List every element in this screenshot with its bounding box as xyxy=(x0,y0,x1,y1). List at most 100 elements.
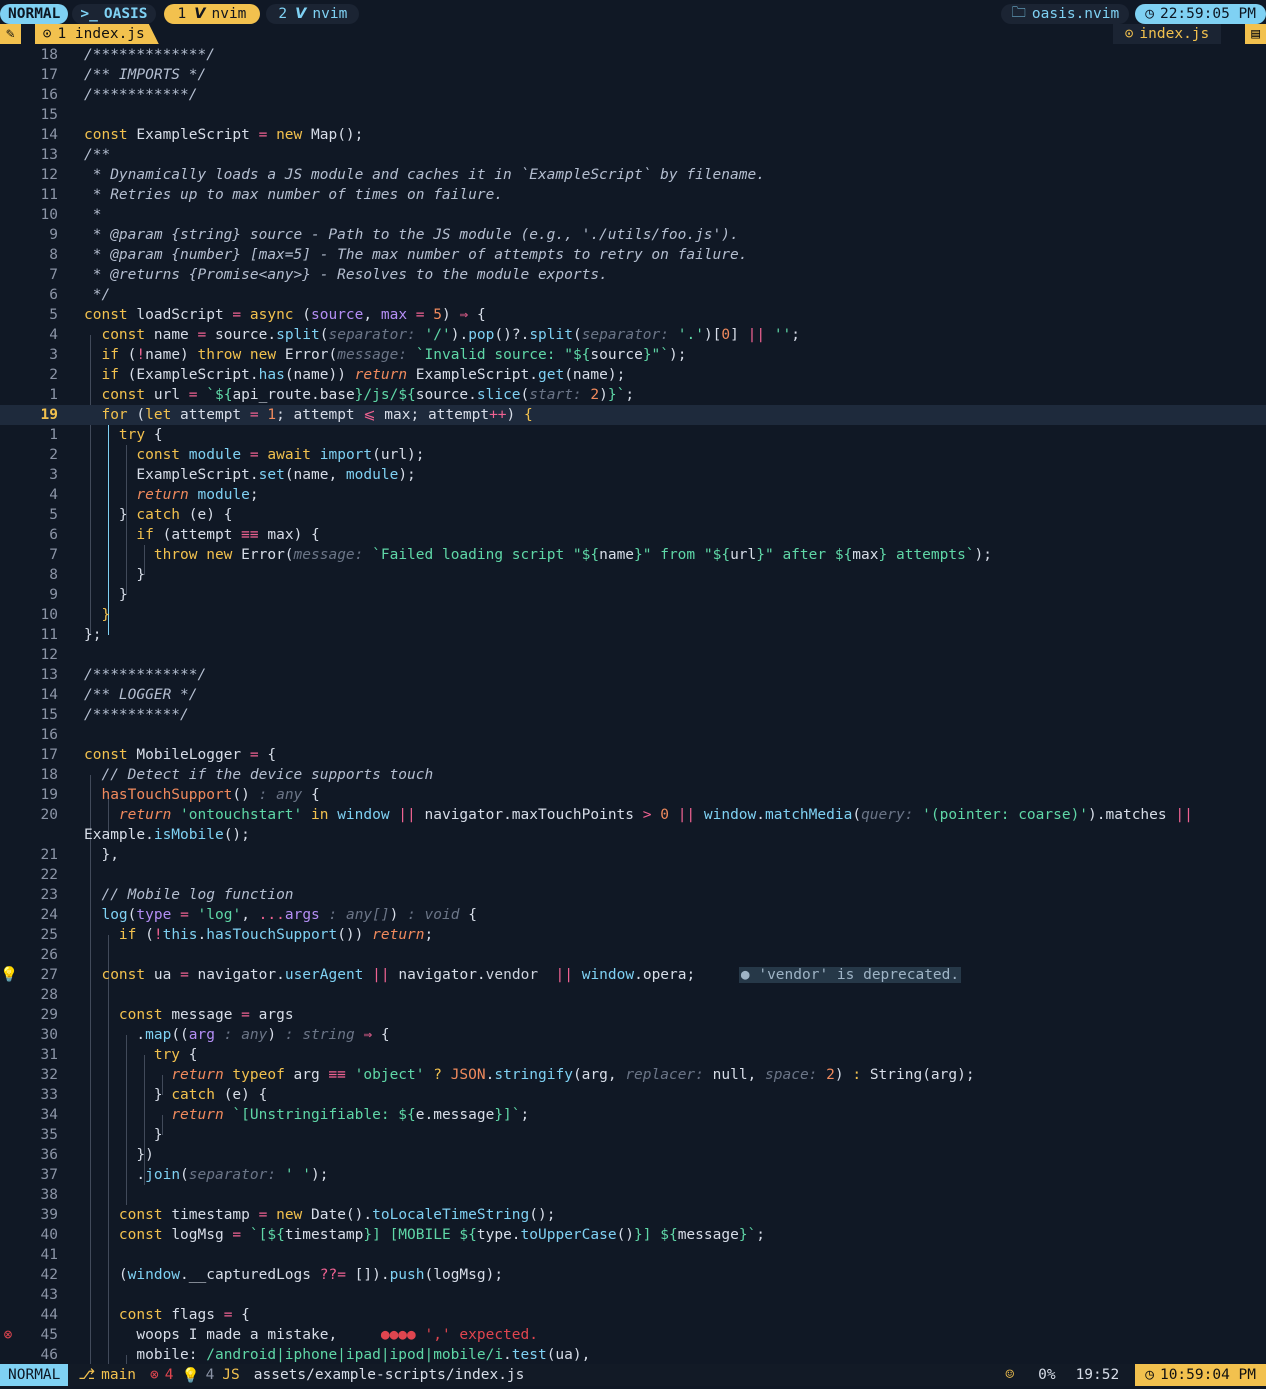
code-line[interactable]: 28 xyxy=(0,985,1266,1005)
code-line[interactable]: Example.isMobile(); xyxy=(0,825,1266,845)
code-line[interactable]: 15 /**********/ xyxy=(0,705,1266,725)
code-text: /************/ xyxy=(84,667,207,683)
code-line[interactable]: 39 const timestamp = new Date().toLocale… xyxy=(0,1205,1266,1225)
code-line[interactable]: 18 /*************/ xyxy=(0,45,1266,65)
code-line[interactable]: 10 * xyxy=(0,205,1266,225)
code-line[interactable]: 16 /***********/ xyxy=(0,85,1266,105)
code-text: /***********/ xyxy=(84,87,198,103)
code-line[interactable]: 20 return 'ontouchstart' in window || na… xyxy=(0,805,1266,825)
code-line[interactable]: ⊗ 45 woops I made a mistake, ●●●● ',' exp… xyxy=(0,1325,1266,1345)
code-line[interactable]: 15 xyxy=(0,105,1266,125)
config-file[interactable]: 🗀 oasis.nvim xyxy=(1001,4,1130,24)
code-line[interactable]: 32 return typeof arg ≡≡ 'object' ? JSON.… xyxy=(0,1065,1266,1085)
code-line[interactable]: 6 if (attempt ≡≡ max) { xyxy=(0,525,1266,545)
code-line[interactable]: 💡 27 const ua = navigator.userAgent || na… xyxy=(0,965,1266,985)
code-line[interactable]: 9 } xyxy=(0,585,1266,605)
line-number: 30 xyxy=(40,1027,58,1043)
code-line[interactable]: 41 xyxy=(0,1245,1266,1265)
code-line[interactable]: 2 const module = await import(url); xyxy=(0,445,1266,465)
tab-2[interactable]: 2 𝙑 nvim xyxy=(266,4,360,24)
code-text: const timestamp = new Date().toLocaleTim… xyxy=(118,1207,556,1223)
code-line[interactable]: 3 ExampleScript.set(name, module); xyxy=(0,465,1266,485)
code-line[interactable]: 5 } catch (e) { xyxy=(0,505,1266,525)
error-count[interactable]: ⊗ 4 xyxy=(146,1364,177,1386)
neovim-icon: 𝙑 xyxy=(295,6,307,22)
code-line[interactable]: 8 } xyxy=(0,565,1266,585)
code-line[interactable]: 18 // Detect if the device supports touc… xyxy=(0,765,1266,785)
code-line[interactable]: 17 const MobileLogger = { xyxy=(0,745,1266,765)
code-line[interactable]: 1 const url = `${api_route.base}/js/${so… xyxy=(0,385,1266,405)
line-number: 38 xyxy=(40,1187,58,1203)
code-line[interactable]: 42 (window.__capturedLogs ??= []).push(l… xyxy=(0,1265,1266,1285)
code-line[interactable]: 1 try { xyxy=(0,425,1266,445)
code-line[interactable]: 13 /** xyxy=(0,145,1266,165)
code-line[interactable]: 26 xyxy=(0,945,1266,965)
cursor-position: 19:52 xyxy=(1075,1367,1120,1383)
code-line[interactable]: 37 .join(separator: ' '); xyxy=(0,1165,1266,1185)
code-line[interactable]: 38 xyxy=(0,1185,1266,1205)
code-line[interactable]: 23 // Mobile log function xyxy=(0,885,1266,905)
code-text: /** LOGGER */ xyxy=(84,687,198,703)
line-number: 32 xyxy=(40,1067,58,1083)
code-line[interactable]: 33 } catch (e) { xyxy=(0,1085,1266,1105)
line-number: 4 xyxy=(49,487,58,503)
code-text: * Dynamically loads a JS module and cach… xyxy=(84,167,765,183)
code-line[interactable]: 5 const loadScript = async (source, max =… xyxy=(0,305,1266,325)
line-number: 19 xyxy=(40,407,58,423)
code-text: const url = `${api_route.base}/js/${sour… xyxy=(101,387,635,403)
code-line[interactable]: 31 try { xyxy=(0,1045,1266,1065)
code-line[interactable]: 11}; xyxy=(0,625,1266,645)
hint-count[interactable]: 💡 4 xyxy=(178,1364,219,1386)
code-line[interactable]: 40 const logMsg = `[${timestamp}] [MOBIL… xyxy=(0,1225,1266,1245)
code-line[interactable]: 17 /** IMPORTS */ xyxy=(0,65,1266,85)
code-line[interactable]: 30 .map((arg : any) : string ⇒ { xyxy=(0,1025,1266,1045)
code-line[interactable]: 11 * Retries up to max number of times o… xyxy=(0,185,1266,205)
code-line[interactable]: 43 xyxy=(0,1285,1266,1305)
code-line[interactable]: 8 * @param {number} [max=5] - The max nu… xyxy=(0,245,1266,265)
code-line[interactable]: 13 /************/ xyxy=(0,665,1266,685)
code-line[interactable]: 25 if (!this.hasTouchSupport()) return; xyxy=(0,925,1266,945)
code-line[interactable]: 34 return `[Unstringifiable: ${e.message… xyxy=(0,1105,1266,1125)
code-line[interactable]: 10 } xyxy=(0,605,1266,625)
code-line[interactable]: 6 */ xyxy=(0,285,1266,305)
document-icon: ▤ xyxy=(1245,24,1266,44)
config-file-label: oasis.nvim xyxy=(1031,6,1120,22)
code-line[interactable]: 2 if (ExampleScript.has(name)) return Ex… xyxy=(0,365,1266,385)
code-text: }; xyxy=(84,627,102,643)
line-number: 45 xyxy=(40,1327,58,1343)
code-line[interactable]: 29 const message = args xyxy=(0,1005,1266,1025)
code-text: } xyxy=(118,587,128,603)
tab-label: nvim xyxy=(211,6,247,22)
git-branch[interactable]: ⎇ main xyxy=(68,1364,146,1386)
code-line[interactable]: 9 * @param {string} source - Path to the… xyxy=(0,225,1266,245)
code-line[interactable]: 36 }) xyxy=(0,1145,1266,1165)
code-line[interactable]: 12 * Dynamically loads a JS module and c… xyxy=(0,165,1266,185)
file-icon: ⊙ xyxy=(1124,26,1134,42)
code-line[interactable]: 19 hasTouchSupport() : any { xyxy=(0,785,1266,805)
code-line[interactable]: 7 throw new Error(message: `Failed loadi… xyxy=(0,545,1266,565)
buffer-tab[interactable]: ⊙ 1 index.js xyxy=(34,24,159,44)
code-line[interactable]: 4 const name = source.split(separator: '… xyxy=(0,325,1266,345)
code-line[interactable]: 44 const flags = { xyxy=(0,1305,1266,1325)
code-line[interactable]: 46 mobile: /android|iphone|ipad|ipod|mob… xyxy=(0,1345,1266,1365)
clock: ◷ 22:59:05 PM xyxy=(1135,4,1266,24)
line-number: 14 xyxy=(40,127,58,143)
code-line[interactable]: 21 }, xyxy=(0,845,1266,865)
editor[interactable]: 18/*************/17/** IMPORTS */16/****… xyxy=(0,45,1266,1365)
code-line[interactable]: 14 /** LOGGER */ xyxy=(0,685,1266,705)
tab-1[interactable]: 1 𝙑 nvim xyxy=(163,4,261,24)
code-line[interactable]: 4 return module; xyxy=(0,485,1266,505)
code-line[interactable]: 7 * @returns {Promise<any>} - Resolves t… xyxy=(0,265,1266,285)
line-number: 36 xyxy=(40,1147,58,1163)
code-line[interactable]: 14 const ExampleScript = new Map(); xyxy=(0,125,1266,145)
code-line[interactable]: 24 log(type = 'log', ...args : any[]) : … xyxy=(0,905,1266,925)
line-number: 25 xyxy=(40,927,58,943)
code-line[interactable]: 12 xyxy=(0,645,1266,665)
code-line[interactable]: 35 } xyxy=(0,1125,1266,1145)
code-text: // Mobile log function xyxy=(101,887,294,903)
code-line[interactable]: 19 for (let attempt = 1; attempt ⩽ max; … xyxy=(0,405,1266,425)
code-line[interactable]: 16 xyxy=(0,725,1266,745)
code-line[interactable]: 3 if (!name) throw new Error(message: `I… xyxy=(0,345,1266,365)
code-line[interactable]: 22 xyxy=(0,865,1266,885)
status-clock: ◷ 10:59:04 PM xyxy=(1135,1364,1266,1386)
